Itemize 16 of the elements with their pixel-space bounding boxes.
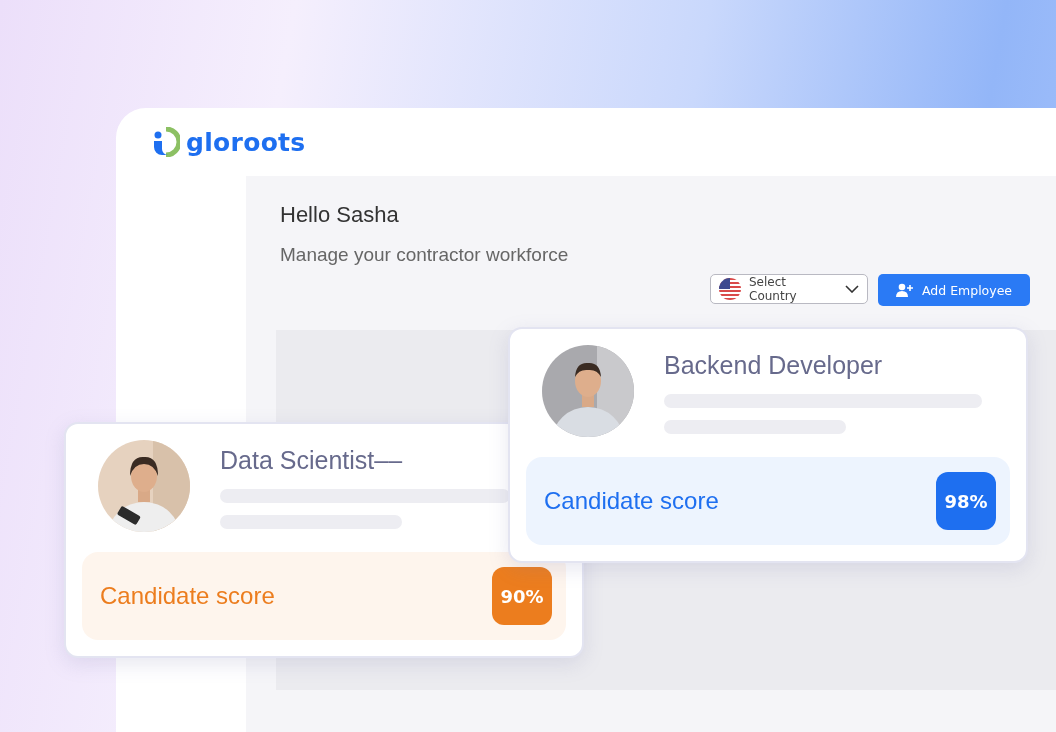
greeting-subtitle: Manage your contractor workforce (280, 244, 570, 266)
logo-icon (152, 127, 180, 157)
score-badge: 90% (492, 567, 552, 625)
job-title: Backend Developer (664, 351, 884, 380)
add-employee-button[interactable]: Add Employee (878, 274, 1030, 306)
score-badge: 98% (936, 472, 996, 530)
chevron-down-icon (845, 285, 859, 293)
score-label: Candidate score (100, 582, 275, 610)
brand-name: gloroots (186, 127, 306, 157)
flag-icon (719, 278, 741, 300)
add-user-icon (895, 283, 914, 297)
country-select[interactable]: Select Country (710, 274, 868, 304)
select-placeholder: Select Country (749, 275, 798, 303)
score-label: Candidate score (544, 487, 719, 515)
job-title: Data Scientist–– (220, 446, 404, 475)
greeting-title: Hello Sasha (280, 202, 400, 228)
